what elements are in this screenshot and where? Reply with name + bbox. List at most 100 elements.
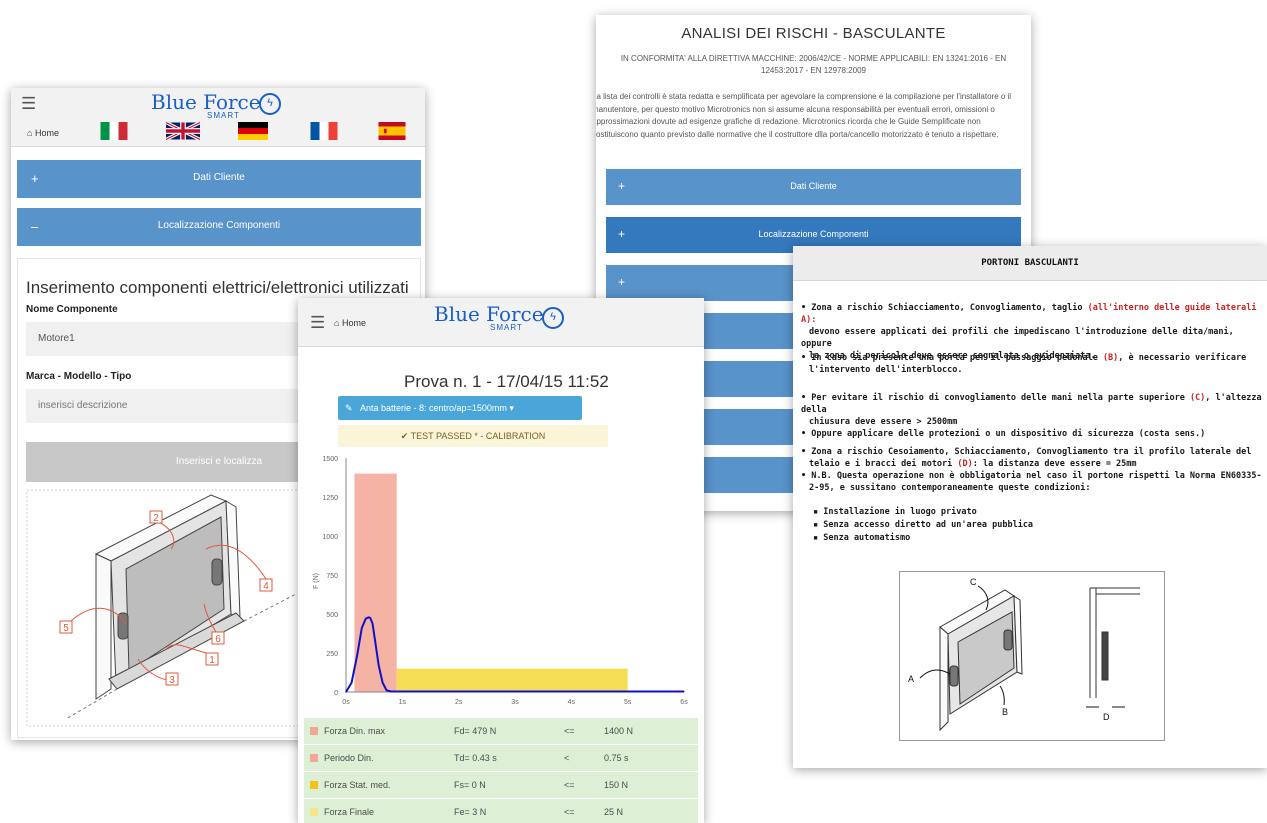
callout-1: 1: [209, 655, 215, 666]
logo-text: Blue Force: [434, 302, 544, 326]
y-tick-label: 750: [326, 573, 338, 580]
label-d: D: [1103, 712, 1110, 722]
brand-logo: Blue Force SMART: [434, 302, 544, 332]
accordion-label: Localizzazione Componenti: [157, 220, 281, 231]
risk-text: telaio e i bracci dei motori: [809, 459, 958, 469]
legend-swatch: [310, 754, 318, 762]
result-row: Forza Stat. med. Fs= 0 N <= 150 N: [304, 771, 698, 799]
metric-operator: <=: [564, 780, 575, 790]
callout-5: 5: [63, 623, 69, 634]
force-point: [369, 617, 371, 619]
limit-band-1: [396, 668, 628, 692]
accordion-dati-cliente[interactable]: + Dati Cliente: [606, 169, 1021, 205]
gate-config-dropdown[interactable]: ✎ Anta batterie - 8: centro/ap=1500mm ▾: [338, 396, 582, 420]
logo-bolt-icon: ϟ: [259, 93, 281, 115]
x-tick-label: 6s: [680, 699, 688, 706]
top-navbar: ☰ Blue Force SMART ϟ ⌂ Home: [11, 88, 425, 147]
uk-flag-icon[interactable]: [166, 122, 200, 140]
force-chart: 0 250 500 750 1000 1250 1500 0s 1s 2s 3s 4s 5s 6s F …: [313, 456, 688, 706]
risk-text: • Per evitare il rischio di convogliamen…: [801, 393, 1190, 403]
metric-operator: <=: [564, 726, 575, 736]
x-tick-label: 3s: [511, 699, 519, 706]
force-point: [365, 618, 367, 620]
metric-limit: 1400 N: [604, 726, 634, 736]
home-link[interactable]: ⌂ Home: [27, 128, 59, 138]
gate-risk-diagram: A B C D: [899, 571, 1165, 741]
result-row: Forza Din. max Fd= 479 N <= 1400 N: [304, 718, 698, 745]
metric-value: Fe= 3 N: [454, 807, 487, 817]
x-tick-label: 5s: [624, 699, 632, 706]
accordion-localizzazione-componenti[interactable]: – Localizzazione Componenti: [17, 208, 421, 246]
metric-limit: 0.75 s: [604, 753, 629, 763]
home-icon: ⌂: [334, 318, 340, 328]
dropdown-label: Anta batterie - 8: centro/ap=1500mm: [360, 403, 507, 413]
accordion-label: Dati Cliente: [193, 172, 245, 183]
spain-flag-icon[interactable]: [375, 122, 409, 140]
force-point: [374, 641, 376, 643]
callout-6: 6: [215, 634, 221, 645]
y-tick-label: 0: [334, 690, 338, 697]
test-passed-badge: ✔ TEST PASSED * - CALIBRATION: [338, 425, 608, 447]
home-icon: ⌂: [27, 128, 33, 138]
risk-text: 2-95, e sussitano contemporaneamente que…: [809, 483, 1091, 493]
brand-logo: Blue Force SMART: [151, 92, 261, 120]
force-point: [361, 627, 363, 629]
risk-text: • In caso sia presente una porta per il …: [801, 353, 1103, 363]
risk-text: • N.B. Questa operazione non è obbligato…: [801, 471, 1262, 481]
home-link[interactable]: ⌂ Home: [334, 318, 366, 328]
legend-swatch: [310, 781, 318, 789]
risk-item-shearing: • Zona a rischio Cesoiamento, Schiacciam…: [801, 446, 1265, 494]
risk-text: devono essere applicati dei profili che …: [801, 327, 1234, 349]
disclaimer-paragraph: La lista dei controlli è stata redatta e…: [596, 92, 1012, 139]
condition-item: ▪ Senza accesso diretto ad un'area pubbl…: [813, 520, 1034, 530]
risk-ref-c: (C): [1189, 393, 1206, 403]
form-heading: Inserimento componenti elettrici/elettro…: [26, 278, 409, 297]
france-flag-icon[interactable]: [307, 122, 341, 140]
home-label: Home: [341, 318, 366, 328]
force-point: [345, 691, 347, 693]
label-a: A: [908, 674, 914, 684]
condition-item: ▪ Installazione in luogo privato: [813, 507, 977, 517]
section-header: PORTONI BASCULANTI: [793, 246, 1267, 281]
directive-subtitle: IN CONFORMITA' ALLA DIRETTIVA MACCHINE: …: [620, 54, 1007, 75]
callout-4: 4: [263, 581, 269, 592]
portoni-basculanti-panel: PORTONI BASCULANTI • Zona a rischio Schi…: [793, 246, 1267, 768]
metric-limit: 150 N: [604, 780, 629, 790]
test-title: Prova n. 1 - 17/04/15 11:52: [404, 372, 609, 391]
force-point: [683, 690, 685, 693]
brand-model-label: Marca - Modello - Tipo: [26, 371, 132, 382]
expand-icon: +: [618, 275, 626, 289]
force-point: [356, 653, 358, 656]
result-row: Periodo Din. Td= 0.43 s <0.75 s: [304, 744, 698, 772]
limit-band-0: [354, 473, 397, 692]
menu-icon[interactable]: ☰: [21, 95, 36, 112]
label-b: B: [1002, 707, 1008, 717]
risk-analysis-title: ANALISI DEI RISCHI - BASCULANTE: [681, 25, 946, 42]
x-tick-label: 0s: [342, 699, 350, 706]
metric-value: Fs= 0 N: [454, 780, 486, 790]
label-c: C: [970, 577, 977, 587]
accordion-label: Dati Cliente: [790, 181, 837, 191]
callout-3: 3: [169, 675, 175, 686]
logo-subtext: SMART: [490, 323, 523, 332]
y-axis-label: F (N): [313, 573, 320, 589]
risk-text: • Zona a rischio Cesoiamento, Schiacciam…: [801, 447, 1252, 457]
x-tick-label: 4s: [568, 699, 576, 706]
force-point: [390, 690, 392, 693]
results-table: Forza Din. max Fd= 479 N <= 1400 N Periodo D…: [304, 718, 698, 823]
metric-value: Fd= 479 N: [454, 726, 497, 736]
force-point: [351, 682, 353, 684]
logo-subtext: SMART: [207, 111, 240, 120]
caret-down-icon: ▾: [509, 403, 514, 413]
menu-icon[interactable]: ☰: [310, 314, 325, 331]
accordion-dati-cliente[interactable]: + Dati Cliente: [17, 160, 421, 198]
force-point: [371, 622, 374, 624]
component-name-label: Nome Componente: [26, 304, 118, 315]
germany-flag-icon[interactable]: [236, 122, 270, 140]
metric-operator: <: [564, 753, 570, 763]
italy-flag-icon[interactable]: [97, 122, 131, 140]
condition-item: ▪ Senza automatismo: [813, 533, 911, 543]
force-point: [378, 664, 380, 667]
risk-ref-d: (D): [957, 459, 973, 469]
accordion-label: Localizzazione Componenti: [758, 229, 869, 239]
